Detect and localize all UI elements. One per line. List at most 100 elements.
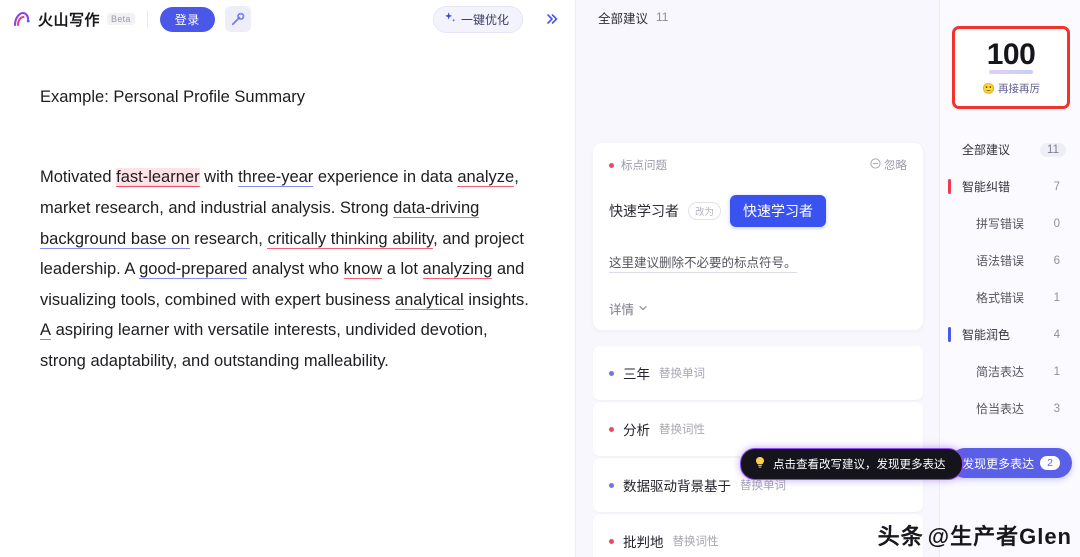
circle-minus-icon — [870, 158, 881, 172]
suggestion-list-item[interactable]: 三年 替换单词 — [593, 346, 923, 400]
score-caption-row: 🙂 再接再厉 — [982, 81, 1040, 96]
suggestion-item-word: 批判地 — [623, 535, 664, 550]
app-root: 火山写作 Beta 登录 一键优化 Example: Personal Prof… — [0, 0, 1080, 557]
category-count: 6 — [1053, 254, 1060, 267]
more-button-label: 发现更多表达 — [962, 456, 1035, 471]
sparkle-icon — [444, 11, 457, 27]
category-accent-bar — [948, 179, 951, 194]
category-list: 全部建议 11 智能纠错 7 拼写错误 0 语法错误 6 格式错误 1 智能润色 4 简洁表达 1 恰当表达… — [940, 131, 1080, 427]
beta-badge: Beta — [107, 13, 135, 25]
document-title: Example: Personal Profile Summary — [40, 88, 306, 106]
text-mark-blue[interactable]: good-prepared — [139, 260, 248, 280]
suggestion-item-action: 替换单词 — [659, 368, 705, 380]
chevron-down-icon — [638, 302, 648, 316]
category-row[interactable]: 简洁表达 1 — [940, 353, 1080, 390]
text-run: aspiring learner with versatile interest… — [40, 321, 488, 370]
category-row[interactable]: 全部建议 11 — [940, 131, 1080, 168]
rewrite-tooltip[interactable]: 点击查看改写建议，发现更多表达 — [740, 448, 963, 480]
suggestions-header-count: 11 — [656, 10, 669, 24]
suggestions-header-label: 全部建议 — [598, 11, 649, 26]
suggestion-item-word: 分析 — [623, 423, 650, 438]
suggestion-detail-toggle[interactable]: 详情 — [609, 299, 907, 318]
document-editor[interactable]: Example: Personal Profile Summary Motiva… — [0, 38, 575, 377]
suggestion-card-header: 标点问题 忽略 — [609, 157, 907, 173]
apply-replacement-button[interactable]: 快速学习者 — [730, 195, 827, 227]
severity-dot-icon — [609, 482, 614, 488]
text-mark-red[interactable]: analyzing — [422, 260, 493, 280]
score-caption: 再接再厉 — [998, 82, 1041, 95]
text-run: with — [199, 168, 239, 187]
severity-dot-icon — [609, 370, 614, 376]
category-count: 11 — [1040, 142, 1066, 157]
text-run: insights. — [463, 290, 529, 309]
category-label: 全部建议 — [962, 143, 1011, 157]
severity-dot-icon — [609, 426, 614, 432]
suggestion-list-item[interactable]: 批判地 替换词性 — [593, 514, 923, 557]
text-mark-red-hl[interactable]: fast-learner — [116, 168, 200, 188]
text-mark-red[interactable]: analytical — [394, 290, 464, 310]
toolbar-divider — [146, 11, 148, 27]
suggestions-header: 全部建议 11 — [576, 0, 939, 34]
watermark-handle: @生产者Glen — [927, 524, 1072, 549]
suggestion-card-tag-label: 标点问题 — [621, 160, 667, 172]
category-count: 1 — [1053, 291, 1060, 304]
suggestion-card-tag: 标点问题 — [609, 157, 667, 173]
text-mark-red[interactable]: A — [40, 321, 52, 341]
optimize-label: 一键优化 — [460, 12, 509, 27]
suggestion-item-action: 替换词性 — [659, 424, 705, 436]
severity-dot-icon — [609, 538, 614, 544]
text-mark-blue[interactable]: three-year — [238, 168, 314, 188]
detail-label: 详情 — [609, 303, 635, 317]
watermark: 头条 @生产者Glen — [878, 519, 1072, 551]
expand-panel-button[interactable] — [539, 6, 565, 32]
category-label: 语法错误 — [976, 254, 1025, 268]
magic-wand-icon[interactable] — [224, 6, 251, 32]
category-label: 拼写错误 — [976, 217, 1025, 231]
brand: 火山写作 Beta — [12, 9, 135, 30]
category-label: 智能纠错 — [962, 180, 1011, 194]
text-run: Motivated — [40, 168, 117, 187]
text-run: a lot — [382, 260, 423, 279]
category-count: 1 — [1053, 365, 1060, 378]
severity-dot-icon — [609, 162, 614, 168]
suggestion-replacement-row: 快速学习者 改为 快速学习者 — [609, 195, 907, 227]
score-value: 100 — [986, 37, 1036, 74]
suggestion-card[interactable]: 标点问题 忽略 快速学习者 改为 快速学习者 这里建议删除不必要的标点符号。 详… — [593, 143, 923, 330]
discover-more-expressions-button[interactable]: 发现更多表达 2 — [950, 448, 1072, 478]
text-run: analyst who — [247, 260, 344, 279]
text-mark-red[interactable]: analyze — [457, 168, 515, 188]
brand-name: 火山写作 — [38, 11, 101, 29]
one-click-optimize-button[interactable]: 一键优化 — [432, 5, 523, 33]
category-label: 格式错误 — [976, 291, 1025, 305]
category-accent-bar — [948, 327, 951, 342]
category-row[interactable]: 格式错误 1 — [940, 279, 1080, 316]
category-label: 智能润色 — [962, 328, 1011, 342]
ignore-suggestion-button[interactable]: 忽略 — [870, 157, 907, 173]
category-count: 4 — [1053, 328, 1060, 341]
text-mark-red[interactable]: know — [343, 260, 383, 280]
category-row[interactable]: 恰当表达 3 — [940, 390, 1080, 427]
document-body[interactable]: Motivated fast-learner with three-year e… — [40, 162, 535, 376]
suggestion-description: 这里建议删除不必要的标点符号。 — [609, 252, 797, 273]
suggestion-item-word: 数据驱动背景基于 — [623, 479, 731, 494]
volcano-logo-icon — [12, 9, 33, 30]
more-button-count: 2 — [1040, 456, 1060, 470]
original-text: 快速学习者 — [609, 203, 679, 219]
category-label: 简洁表达 — [976, 365, 1025, 379]
tooltip-text: 点击查看改写建议，发现更多表达 — [773, 459, 946, 471]
category-row[interactable]: 语法错误 6 — [940, 242, 1080, 279]
editor-column: 火山写作 Beta 登录 一键优化 Example: Personal Prof… — [0, 0, 576, 557]
category-count: 3 — [1053, 402, 1060, 415]
category-count: 7 — [1053, 180, 1060, 193]
suggestion-item-word: 三年 — [623, 367, 650, 382]
category-row[interactable]: 拼写错误 0 — [940, 205, 1080, 242]
category-label: 恰当表达 — [976, 402, 1025, 416]
lightbulb-icon — [754, 456, 766, 472]
category-row[interactable]: 智能纠错 7 — [940, 168, 1080, 205]
login-button[interactable]: 登录 — [159, 6, 215, 32]
score-sidebar: 100 🙂 再接再厉 全部建议 11 智能纠错 7 拼写错误 0 语法错误 6 格式错误 1 智能润… — [940, 0, 1080, 557]
category-row[interactable]: 智能润色 4 — [940, 316, 1080, 353]
watermark-brand: 头条 — [877, 524, 924, 549]
smiley-emoji-icon: 🙂 — [981, 82, 996, 95]
text-mark-red[interactable]: critically thinking ability — [267, 229, 434, 249]
